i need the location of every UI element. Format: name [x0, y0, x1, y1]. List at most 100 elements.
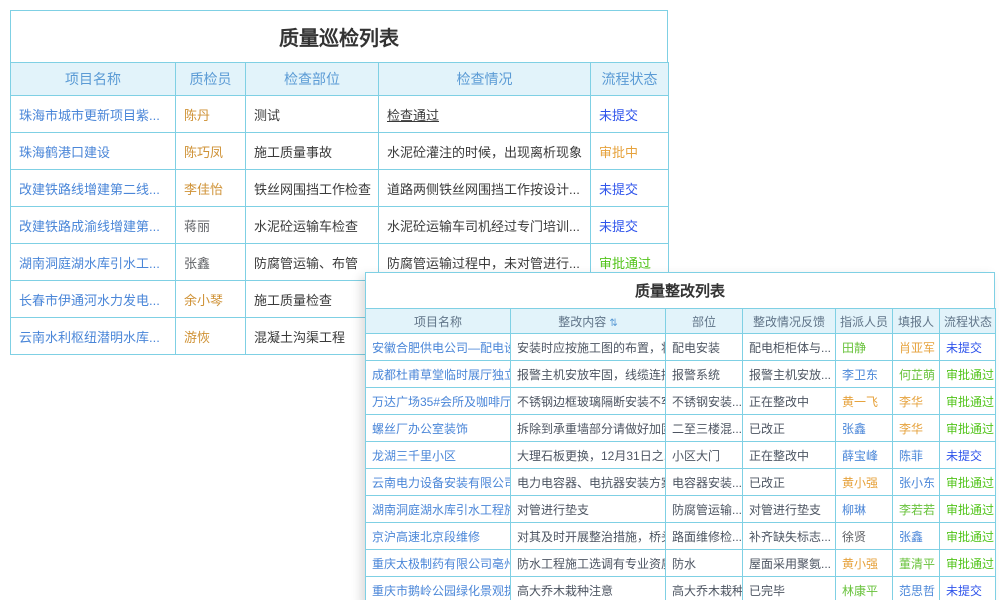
- cell-content: 不锈钢边框玻璃隔断安装不牢...: [511, 388, 666, 415]
- table-row: 万达广场35#会所及咖啡厅空...不锈钢边框玻璃隔断安装不牢...不锈钢安装..…: [366, 388, 996, 415]
- cell-status: 未提交: [940, 577, 996, 600]
- cell-project: 重庆市鹅岭公园绿化景观提升...: [366, 577, 511, 600]
- project-link[interactable]: 改建铁路线增建第二线...: [19, 182, 160, 197]
- project-link[interactable]: 重庆市鹅岭公园绿化景观提升...: [372, 584, 511, 598]
- inspection-header-row: 项目名称质检员 检查部位 检查情况 流程状态: [11, 63, 669, 96]
- column-header-content[interactable]: 整改内容⇅: [511, 309, 666, 334]
- cell-status: 未提交: [940, 442, 996, 469]
- project-link[interactable]: 长春市伊通河水力发电...: [19, 293, 160, 308]
- column-header-inspector: 质检员: [176, 63, 246, 96]
- column-header-label: 填报人: [898, 315, 934, 329]
- cell-part: 配电安装: [666, 334, 743, 361]
- cell-project: 云南水利枢纽潜明水库...: [11, 318, 176, 355]
- project-link[interactable]: 重庆太极制药有限公司亳州中...: [372, 557, 511, 571]
- cell-project: 螺丝厂办公室装饰: [366, 415, 511, 442]
- cell-status: 审批通过: [940, 550, 996, 577]
- sort-icon[interactable]: ⇅: [609, 318, 617, 329]
- cell-part: 路面维修检...: [666, 523, 743, 550]
- cell-inspector: 蒋丽: [176, 207, 246, 244]
- cell-reporter: 何芷萌: [893, 361, 940, 388]
- column-header-label: 流程状态: [944, 315, 992, 329]
- table-row: 云南电力设备安装有限公司20...电力电容器、电抗器安装方案...电容器安装..…: [366, 469, 996, 496]
- project-link[interactable]: 云南水利枢纽潜明水库...: [19, 330, 160, 345]
- cell-part: 防腐管运输、布管: [246, 244, 379, 281]
- cell-reporter: 李华: [893, 388, 940, 415]
- cell-project: 改建铁路线增建第二线...: [11, 170, 176, 207]
- column-header-label: 部位: [692, 315, 716, 329]
- column-header-status: 流程状态: [591, 63, 669, 96]
- cell-part: 防水: [666, 550, 743, 577]
- cell-project: 成都杜甫草堂临时展厅独立展...: [366, 361, 511, 388]
- cell-feedback: 已完毕: [743, 577, 836, 600]
- cell-reporter: 陈菲: [893, 442, 940, 469]
- project-link[interactable]: 龙湖三千里小区: [372, 449, 456, 463]
- column-header-label: 指派人员: [840, 315, 888, 329]
- cell-feedback: 屋面采用聚氨...: [743, 550, 836, 577]
- cell-status: 审批通过: [940, 388, 996, 415]
- cell-project: 改建铁路成渝线增建第...: [11, 207, 176, 244]
- cell-reporter: 肖亚军: [893, 334, 940, 361]
- project-link[interactable]: 湖南洞庭湖水库引水工程施工1标: [372, 503, 511, 517]
- cell-project: 龙湖三千里小区: [366, 442, 511, 469]
- cell-feedback: 已改正: [743, 415, 836, 442]
- cell-assignee: 柳琳: [836, 496, 893, 523]
- column-header-label: 检查部位: [284, 71, 340, 87]
- column-header-project: 项目名称: [11, 63, 176, 96]
- cell-reporter: 张鑫: [893, 523, 940, 550]
- column-header-part: 部位: [666, 309, 743, 334]
- cell-assignee: 薛宝峰: [836, 442, 893, 469]
- column-header-situation: 检查情况: [379, 63, 591, 96]
- rectification-table-title: 质量整改列表: [365, 272, 995, 308]
- rectification-table-card: 质量整改列表 项目名称整改内容⇅部位整改情况反馈指派人员填报人流程状态 安徽合肥…: [365, 272, 995, 600]
- cell-status: 审批通过: [940, 415, 996, 442]
- column-header-reporter: 填报人: [893, 309, 940, 334]
- cell-part: 电容器安装...: [666, 469, 743, 496]
- cell-feedback: 正在整改中: [743, 388, 836, 415]
- project-link[interactable]: 珠海鹤港口建设: [19, 145, 110, 160]
- cell-feedback: 正在整改中: [743, 442, 836, 469]
- cell-status: 审批中: [591, 133, 669, 170]
- table-row: 改建铁路成渝线增建第...蒋丽水泥砼运输车检查水泥砼运输车司机经过专门培训...…: [11, 207, 669, 244]
- cell-status: 未提交: [940, 334, 996, 361]
- project-link[interactable]: 京沪高速北京段维修: [372, 530, 480, 544]
- project-link[interactable]: 湖南洞庭湖水库引水工...: [19, 256, 160, 271]
- cell-feedback: 对管进行垫支: [743, 496, 836, 523]
- table-row: 京沪高速北京段维修对其及时开展整治措施，桥头...路面维修检...补齐缺失标志.…: [366, 523, 996, 550]
- project-link[interactable]: 云南电力设备安装有限公司20...: [372, 476, 511, 490]
- cell-project: 珠海市城市更新项目紫...: [11, 96, 176, 133]
- cell-part: 施工质量事故: [246, 133, 379, 170]
- table-row: 安徽合肥供电公司—配电设备...安装时应按施工图的布置，将...配电安装配电柜柜…: [366, 334, 996, 361]
- cell-inspector: 陈巧凤: [176, 133, 246, 170]
- column-header-label: 检查情况: [457, 71, 513, 87]
- cell-situation: 检查通过: [379, 96, 591, 133]
- cell-status: 未提交: [591, 96, 669, 133]
- project-link[interactable]: 珠海市城市更新项目紫...: [19, 108, 160, 123]
- project-link[interactable]: 改建铁路成渝线增建第...: [19, 219, 160, 234]
- column-header-status: 流程状态: [940, 309, 996, 334]
- cell-assignee: 李卫东: [836, 361, 893, 388]
- rectification-table: 项目名称整改内容⇅部位整改情况反馈指派人员填报人流程状态 安徽合肥供电公司—配电…: [365, 308, 996, 600]
- cell-assignee: 黄小强: [836, 469, 893, 496]
- table-row: 湖南洞庭湖水库引水工程施工1标对管进行垫支防腐管运输...对管进行垫支柳琳李若若…: [366, 496, 996, 523]
- column-header-label: 整改情况反馈: [753, 315, 825, 329]
- project-link[interactable]: 螺丝厂办公室装饰: [372, 422, 468, 436]
- project-link[interactable]: 安徽合肥供电公司—配电设备...: [372, 341, 511, 355]
- cell-content: 对其及时开展整治措施，桥头...: [511, 523, 666, 550]
- cell-status: 审批通过: [940, 469, 996, 496]
- cell-status: 审批通过: [940, 496, 996, 523]
- cell-project: 长春市伊通河水力发电...: [11, 281, 176, 318]
- table-row: 螺丝厂办公室装饰拆除到承重墙部分请做好加固...二至三楼混...已改正张鑫李华审…: [366, 415, 996, 442]
- cell-part: 铁丝网围挡工作检查: [246, 170, 379, 207]
- cell-content: 大理石板更换，12月31日之...: [511, 442, 666, 469]
- cell-project: 重庆太极制药有限公司亳州中...: [366, 550, 511, 577]
- cell-part: 防腐管运输...: [666, 496, 743, 523]
- cell-project: 湖南洞庭湖水库引水工程施工1标: [366, 496, 511, 523]
- cell-assignee: 黄小强: [836, 550, 893, 577]
- cell-inspector: 陈丹: [176, 96, 246, 133]
- project-link[interactable]: 成都杜甫草堂临时展厅独立展...: [372, 368, 511, 382]
- table-row: 成都杜甫草堂临时展厅独立展...报警主机安放牢固，线缆连接...报警系统报警主机…: [366, 361, 996, 388]
- cell-reporter: 董清平: [893, 550, 940, 577]
- cell-part: 水泥砼运输车检查: [246, 207, 379, 244]
- cell-part: 小区大门: [666, 442, 743, 469]
- project-link[interactable]: 万达广场35#会所及咖啡厅空...: [372, 395, 511, 409]
